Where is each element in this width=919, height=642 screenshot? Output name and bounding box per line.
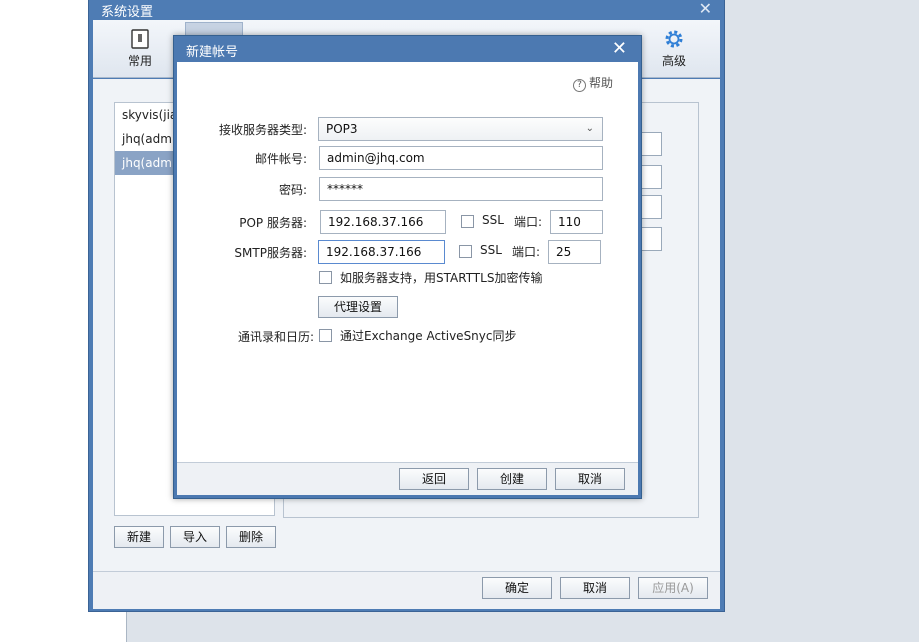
- smtp-ssl-checkbox[interactable]: [459, 245, 472, 258]
- create-button[interactable]: 创建: [477, 468, 547, 490]
- pop-server-label: POP 服务器:: [239, 216, 307, 230]
- smtp-port-label: 端口:: [512, 245, 541, 259]
- pop-port-label: 端口:: [514, 215, 543, 229]
- general-tab-label: 常用: [127, 54, 152, 68]
- chevron-down-icon: ⌄: [585, 123, 594, 134]
- server-type-select[interactable]: POP3 ⌄: [318, 117, 603, 141]
- server-type-label: 接收服务器类型:: [218, 123, 307, 137]
- window-title: 系统设置: [101, 5, 154, 20]
- cancel-button[interactable]: 取消: [560, 577, 630, 599]
- account-label: 邮件帐号:: [254, 152, 307, 166]
- ok-button[interactable]: 确定: [482, 577, 552, 599]
- general-tab[interactable]: 常用: [111, 22, 169, 76]
- advanced-tab-label: 高级: [661, 54, 686, 68]
- pop-port-input[interactable]: 110: [550, 210, 603, 234]
- advanced-tab[interactable]: 高级: [645, 22, 703, 76]
- proxy-settings-button[interactable]: 代理设置: [318, 296, 398, 318]
- contacts-calendar-label: 通讯录和日历:: [237, 330, 314, 344]
- password-label: 密码:: [278, 183, 307, 197]
- smtp-port-input[interactable]: 25: [548, 240, 601, 264]
- server-type-value: POP3: [326, 122, 358, 136]
- settings-footer: 确定 取消 应用(A): [93, 571, 720, 609]
- delete-button[interactable]: 删除: [226, 526, 276, 548]
- apply-button[interactable]: 应用(A): [638, 577, 708, 599]
- smtp-server-label: SMTP服务器:: [234, 246, 307, 260]
- dialog-close-icon[interactable]: ✕: [612, 38, 627, 59]
- new-account-button[interactable]: 新建: [114, 526, 164, 548]
- question-icon: ?: [573, 79, 586, 92]
- new-account-dialog: 新建帐号 ✕ ? 帮助 接收服务器类型: POP3 ⌄ 邮件帐号: admin@j…: [173, 35, 642, 499]
- pop-ssl-label: SSL: [482, 213, 504, 227]
- account-input[interactable]: admin@jhq.com: [319, 146, 603, 170]
- background-panel: [126, 612, 919, 642]
- starttls-label: 如服务器支持，用STARTTLS加密传输: [340, 271, 543, 285]
- back-button[interactable]: 返回: [399, 468, 469, 490]
- smtp-server-input[interactable]: 192.168.37.166: [318, 240, 445, 264]
- smtp-ssl-label: SSL: [480, 243, 502, 257]
- import-button[interactable]: 导入: [170, 526, 220, 548]
- dialog-body: ? 帮助 接收服务器类型: POP3 ⌄ 邮件帐号: admin@jhq.com …: [177, 62, 638, 462]
- help-link[interactable]: ? 帮助: [573, 74, 613, 92]
- help-label: 帮助: [589, 76, 614, 90]
- dialog-footer: 返回 创建 取消: [177, 462, 638, 495]
- password-input[interactable]: ******: [319, 177, 603, 201]
- starttls-checkbox[interactable]: [319, 271, 332, 284]
- phone-icon: [131, 29, 149, 49]
- pop-server-input[interactable]: 192.168.37.166: [320, 210, 446, 234]
- dialog-title: 新建帐号: [186, 45, 239, 60]
- gear-icon: [665, 30, 683, 48]
- activesync-checkbox[interactable]: [319, 329, 332, 342]
- desktop-background: [724, 0, 919, 642]
- close-icon[interactable]: ✕: [699, 0, 712, 18]
- dialog-cancel-button[interactable]: 取消: [555, 468, 625, 490]
- activesync-label: 通过Exchange ActiveSnyc同步: [340, 329, 517, 343]
- pop-ssl-checkbox[interactable]: [461, 215, 474, 228]
